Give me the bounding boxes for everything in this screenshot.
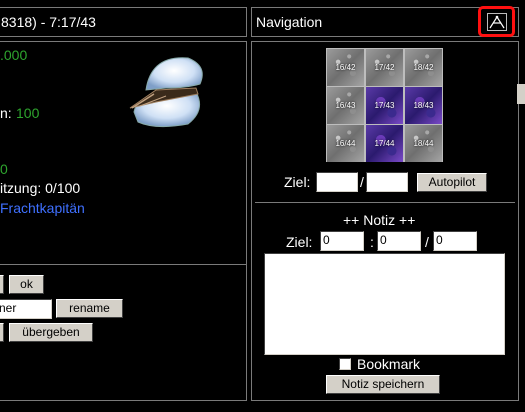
ziel-separator: / xyxy=(360,174,364,190)
left-header: 8318) - 7:17/43 xyxy=(0,7,247,37)
dropdown-edge[interactable] xyxy=(0,275,4,294)
notiz-textarea[interactable] xyxy=(264,253,505,355)
ship-image xyxy=(126,50,210,130)
map-tile[interactable]: 16/42 xyxy=(327,49,364,86)
map-tile-label: 17/43 xyxy=(374,101,395,110)
ship-value-1: .000 xyxy=(0,47,28,63)
map-tile[interactable]: 18/43 xyxy=(405,87,442,124)
map-tile-label: 16/43 xyxy=(335,101,356,110)
notiz-slash: / xyxy=(425,234,429,250)
map-tile-label: 18/42 xyxy=(413,63,434,72)
map-tile-label: 18/43 xyxy=(413,101,434,110)
save-note-button[interactable]: Notiz speichern xyxy=(326,375,440,394)
notiz-field-1[interactable]: 0 xyxy=(320,231,364,251)
map-tile[interactable]: 16/44 xyxy=(327,125,364,162)
transfer-select-edge[interactable] xyxy=(0,323,4,342)
left-divider xyxy=(0,264,247,265)
page-scrollbar[interactable] xyxy=(517,84,525,104)
map-tile[interactable]: 18/44 xyxy=(405,125,442,162)
notiz-ziel-label: Ziel: xyxy=(286,234,313,250)
nav-header-title: Navigation xyxy=(256,14,323,30)
map-tile-label: 16/42 xyxy=(335,63,356,72)
left-header-title: 8318) - 7:17/43 xyxy=(1,14,96,30)
ship-name-input[interactable]: ner xyxy=(0,299,52,319)
notiz-colon: : xyxy=(370,234,374,250)
tools-icon xyxy=(487,13,507,31)
frachtkapitaen-link[interactable]: Frachtkapitän xyxy=(0,200,85,216)
bookmark-checkbox[interactable] xyxy=(339,358,351,370)
notiz-title: ++ Notiz ++ xyxy=(343,212,416,228)
ship-label-n: n: xyxy=(0,105,12,121)
ok-button[interactable]: ok xyxy=(9,275,44,294)
autopilot-button[interactable]: Autopilot xyxy=(417,173,487,192)
rename-button[interactable]: rename xyxy=(56,299,123,318)
map-tile-label: 16/44 xyxy=(335,139,356,148)
map-tile[interactable]: 17/42 xyxy=(366,49,403,86)
ziel-label: Ziel: xyxy=(284,174,311,190)
bookmark-label: Bookmark xyxy=(357,356,421,372)
uebergeben-button[interactable]: übergeben xyxy=(9,323,93,342)
map-tile[interactable]: 18/42 xyxy=(405,49,442,86)
map-tile[interactable]: 17/44 xyxy=(366,125,403,162)
map-tile[interactable]: 16/43 xyxy=(327,87,364,124)
map-tile-label: 17/44 xyxy=(374,139,395,148)
ship-value-2: 100 xyxy=(16,105,40,121)
map-tile-label: 17/42 xyxy=(374,63,395,72)
map-tile-current[interactable]: 17/43 xyxy=(366,87,403,124)
ziel-x-input[interactable] xyxy=(316,172,358,192)
nav-divider xyxy=(255,202,515,203)
ship-value-3: 0 xyxy=(0,161,8,177)
notiz-field-3[interactable]: 0 xyxy=(433,231,477,251)
map-tile-label: 18/44 xyxy=(413,139,434,148)
ziel-y-input[interactable] xyxy=(366,172,408,192)
sector-map: 16/42 17/42 18/42 16/43 17/43 18/43 16/4… xyxy=(326,48,443,162)
notiz-field-2[interactable]: 0 xyxy=(377,231,421,251)
tools-button[interactable] xyxy=(478,6,515,37)
besatzung-text: itzung: 0/100 xyxy=(0,180,81,196)
